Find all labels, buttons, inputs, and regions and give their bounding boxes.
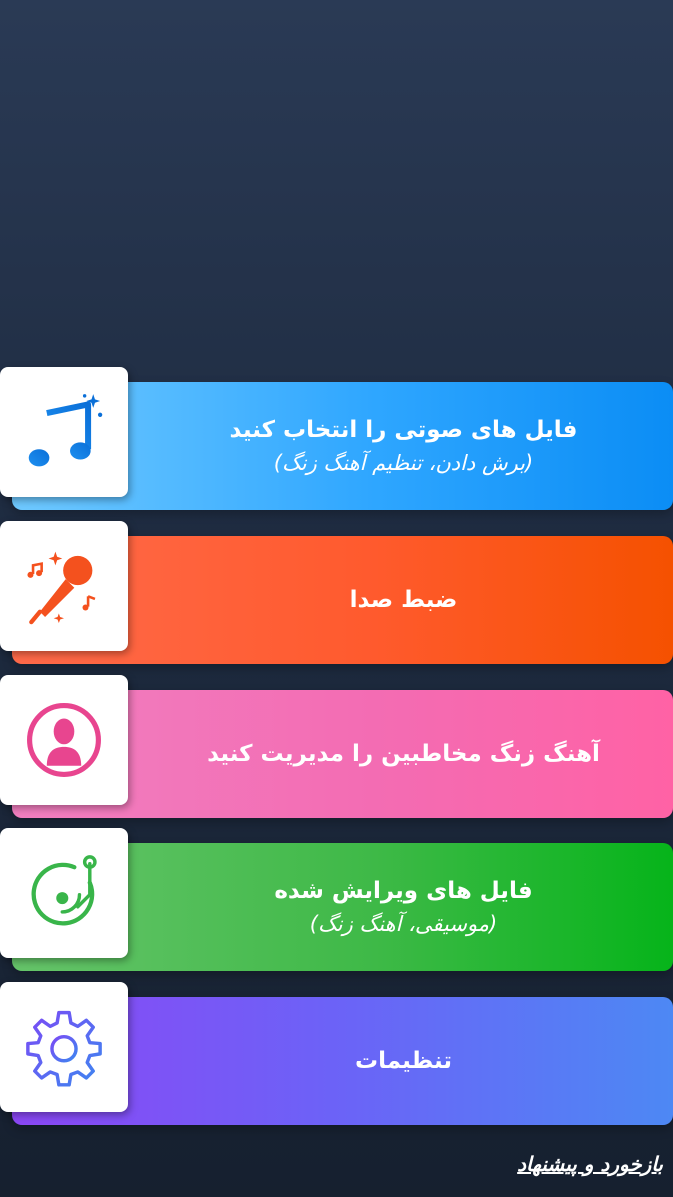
record-audio-icon-tile[interactable] (0, 521, 128, 651)
select-audio-files-text: فایل های صوتی را انتخاب کنید (برش دادن، … (134, 382, 673, 510)
select-audio-files-icon-tile[interactable] (0, 367, 128, 497)
edited-files-subtitle: (موسیقی، آهنگ زنگ) (309, 912, 498, 936)
record-audio-title: ضبط صدا (349, 587, 458, 613)
contact-person-icon (27, 703, 101, 777)
main-menu: فایل های صوتی را انتخاب کنید (برش دادن، … (0, 0, 673, 1197)
music-note-sparkle-icon (28, 394, 103, 467)
turntable-icon (31, 855, 97, 926)
microphone-icon (27, 551, 96, 625)
settings-icon-tile[interactable] (0, 982, 128, 1112)
manage-contact-ringtones-text: آهنگ زنگ مخاطبین را مدیریت کنید (134, 690, 673, 818)
settings-text: تنظیمات (134, 997, 673, 1125)
gear-icon (26, 1010, 102, 1087)
settings-title: تنظیمات (355, 1048, 452, 1074)
edited-files-icon-tile[interactable] (0, 828, 128, 958)
record-audio-text: ضبط صدا (134, 536, 673, 664)
manage-contact-ringtones-icon-tile[interactable] (0, 675, 128, 805)
edited-files-title: فایل های ویرایش شده (274, 878, 533, 904)
edited-files-text: فایل های ویرایش شده (موسیقی، آهنگ زنگ) (134, 843, 673, 971)
manage-contact-ringtones-title: آهنگ زنگ مخاطبین را مدیریت کنید (207, 741, 600, 767)
select-audio-files-subtitle: (برش دادن، تنظیم آهنگ زنگ) (273, 451, 534, 475)
select-audio-files-title: فایل های صوتی را انتخاب کنید (229, 417, 578, 443)
feedback-link[interactable]: بازخورد و پیشنهاد (517, 1152, 663, 1176)
